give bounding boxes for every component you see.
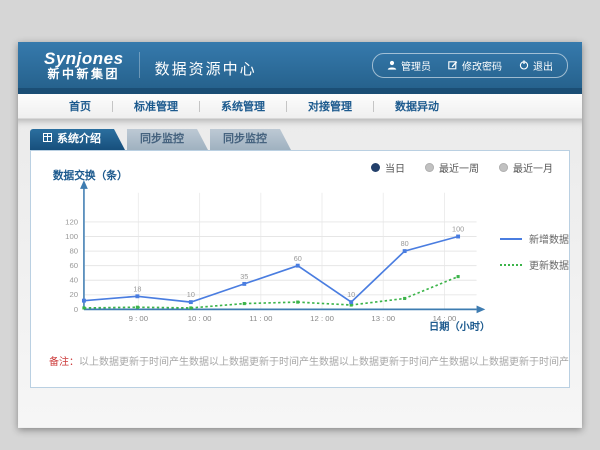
logo: Synjones 新中新集团: [44, 50, 124, 81]
main-nav: 首页 标准管理 系统管理 对接管理 数据异动: [18, 94, 582, 119]
tab-bar: 系统介绍 同步监控 同步监控: [18, 119, 582, 150]
chart-legend: 新增数据 更新数据: [500, 231, 569, 347]
y-tick-label: 40: [69, 276, 78, 285]
radio-selected-icon: [371, 163, 380, 172]
data-point-label: 10: [187, 290, 195, 299]
data-point-label: 80: [401, 239, 409, 248]
filter-today-label: 当日: [385, 160, 405, 175]
data-point: [189, 306, 192, 309]
x-tick-label: 9 : 00: [129, 314, 149, 323]
radio-unselected-icon: [499, 163, 508, 172]
data-point-label: 10: [347, 290, 355, 299]
user-menu-admin-label: 管理员: [401, 58, 431, 73]
chart-panel: 当日 最近一周 最近一月 数据交换（条） 日期（小时） 9 : 0010 : 0…: [30, 150, 570, 388]
data-point: [135, 294, 139, 298]
legend-item-update-data: 更新数据: [500, 257, 569, 272]
nav-item-interface-mgmt[interactable]: 对接管理: [287, 98, 373, 114]
tab-sync-monitor-2-label: 同步监控: [223, 129, 267, 150]
edit-icon: [448, 60, 458, 70]
data-point: [457, 275, 460, 278]
power-icon: [519, 60, 529, 70]
y-tick-label: 60: [69, 261, 78, 270]
filter-last-week-label: 最近一周: [439, 160, 479, 175]
y-tick-label: 0: [74, 305, 79, 314]
x-tick-label: 10 : 00: [188, 314, 212, 323]
tab-system-intro-label: 系统介绍: [57, 129, 101, 150]
chart-row: 数据交换（条） 日期（小时） 9 : 0010 : 0011 : 0012 : …: [31, 151, 569, 347]
header-divider: [139, 52, 140, 78]
x-axis-arrow-icon: [477, 306, 486, 314]
filter-last-month-label: 最近一月: [513, 160, 553, 175]
content-area: 系统介绍 同步监控 同步监控 当日 最近一周: [18, 119, 582, 427]
data-point: [242, 282, 246, 286]
app-window: Synjones 新中新集团 数据资源中心 管理员 修改密码: [18, 42, 582, 428]
nav-item-home[interactable]: 首页: [48, 98, 112, 114]
logo-subtext: 新中新集团: [44, 67, 124, 81]
tab-sync-monitor-1-label: 同步监控: [140, 129, 184, 150]
tab-sync-monitor-2[interactable]: 同步监控: [210, 129, 291, 150]
app-header: Synjones 新中新集团 数据资源中心 管理员 修改密码: [18, 42, 582, 88]
x-tick-label: 14 : 00: [433, 314, 457, 323]
data-point-label: 18: [133, 284, 141, 293]
user-menu-logout[interactable]: 退出: [519, 58, 553, 73]
chart-y-axis-title: 数据交换（条）: [52, 169, 128, 182]
y-tick-label: 100: [65, 232, 79, 241]
data-point-label: 100: [452, 225, 464, 234]
data-point: [82, 299, 86, 303]
data-point: [296, 301, 299, 304]
legend-item-new-data: 新增数据: [500, 231, 569, 246]
footnote-prefix: 备注：: [49, 357, 79, 368]
filter-today[interactable]: 当日: [371, 160, 405, 175]
data-point: [189, 300, 193, 304]
footnote: 备注：以上数据更新于时间产生数据以上数据更新于时间产生数据以上数据更新于时间产生…: [31, 353, 569, 368]
data-point-label: 35: [240, 272, 248, 281]
data-point: [136, 306, 139, 309]
page-title: 数据资源中心: [155, 52, 257, 79]
y-tick-label: 120: [65, 217, 79, 226]
y-tick-label: 80: [69, 247, 78, 256]
x-tick-label: 12 : 00: [310, 314, 334, 323]
user-icon: [387, 60, 397, 70]
x-tick-label: 13 : 00: [371, 314, 395, 323]
filter-last-week[interactable]: 最近一周: [425, 160, 479, 175]
nav-item-standard-mgmt[interactable]: 标准管理: [113, 98, 199, 114]
data-point: [243, 302, 246, 305]
data-point: [456, 235, 460, 239]
filter-last-month[interactable]: 最近一月: [499, 160, 553, 175]
data-point: [403, 297, 406, 300]
legend-line-dotted-icon: [500, 264, 522, 266]
user-menu: 管理员 修改密码 退出: [372, 53, 568, 78]
radio-unselected-icon: [425, 163, 434, 172]
data-point: [82, 306, 85, 309]
logo-text: Synjones: [44, 50, 124, 67]
legend-line-solid-icon: [500, 238, 522, 240]
line-chart: 数据交换（条） 日期（小时） 9 : 0010 : 0011 : 0012 : …: [47, 161, 496, 347]
user-menu-change-password-label: 修改密码: [462, 58, 502, 73]
nav-item-system-mgmt[interactable]: 系统管理: [200, 98, 286, 114]
data-point: [349, 300, 353, 304]
footnote-text: 以上数据更新于时间产生数据以上数据更新于时间产生数据以上数据更新于时间产生数据以…: [79, 357, 569, 368]
grid-icon: [43, 129, 52, 150]
user-menu-change-password[interactable]: 修改密码: [448, 58, 502, 73]
legend-new-data-label: 新增数据: [529, 231, 569, 246]
tab-system-intro[interactable]: 系统介绍: [30, 129, 125, 150]
user-menu-logout-label: 退出: [533, 58, 553, 73]
legend-update-data-label: 更新数据: [529, 257, 569, 272]
data-point: [296, 264, 300, 268]
user-menu-admin[interactable]: 管理员: [387, 58, 431, 73]
x-tick-label: 11 : 00: [249, 314, 273, 323]
tab-sync-monitor-1[interactable]: 同步监控: [127, 129, 208, 150]
data-point-label: 60: [294, 254, 302, 263]
y-tick-label: 20: [69, 290, 78, 299]
time-range-filters: 当日 最近一周 最近一月: [371, 160, 553, 175]
data-point: [403, 249, 407, 253]
nav-item-data-change[interactable]: 数据异动: [374, 98, 460, 114]
